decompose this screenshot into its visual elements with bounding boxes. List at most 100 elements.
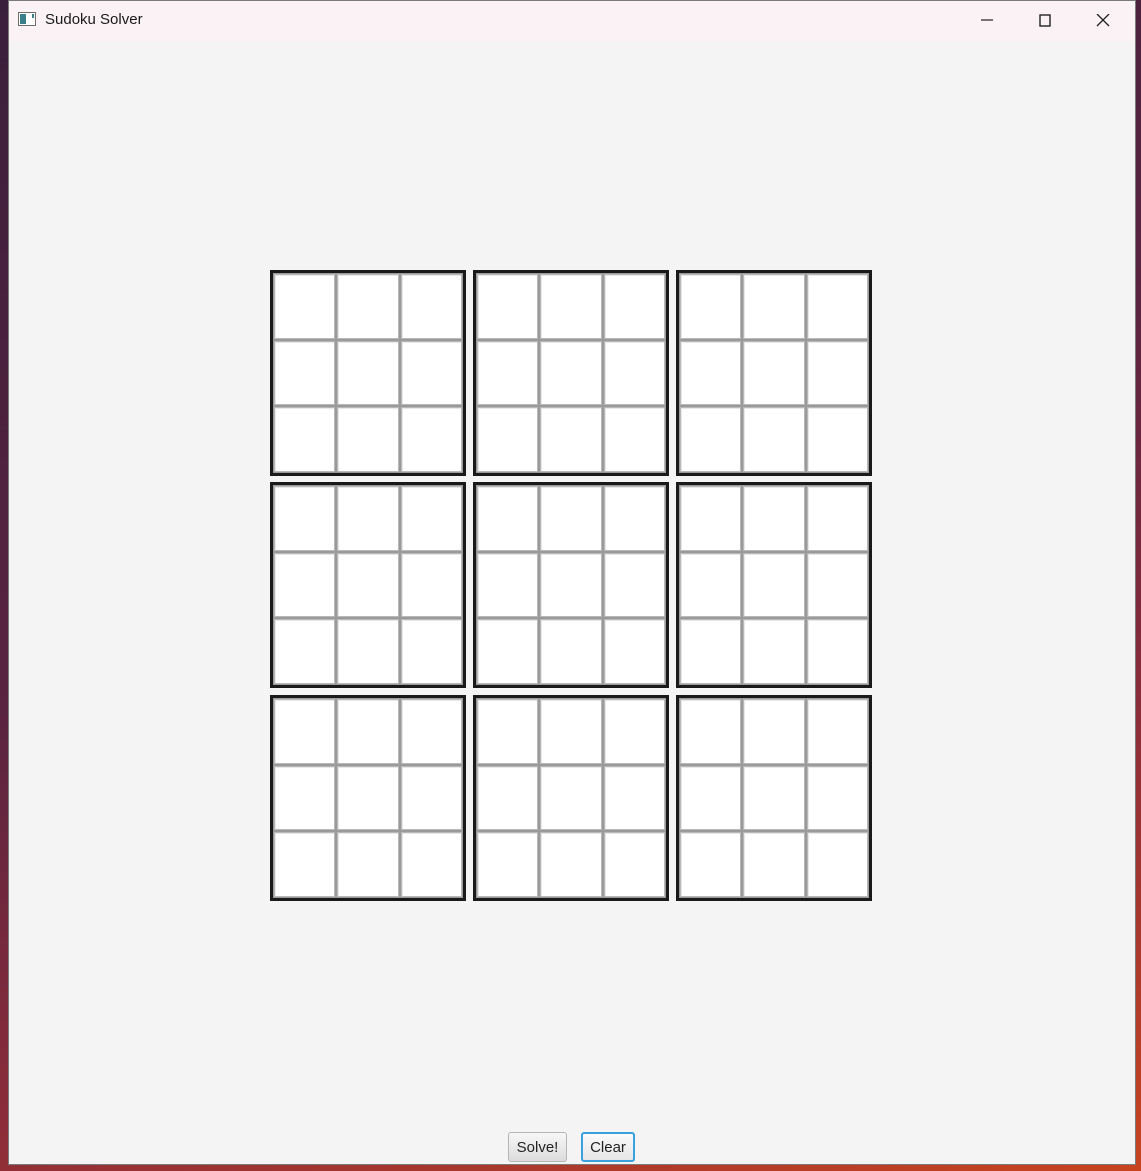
sudoku-cell-input[interactable] (337, 340, 399, 406)
app-window: Sudoku Solver Solve! Clear (9, 1, 1135, 1164)
app-icon (18, 12, 36, 26)
sudoku-cell-input[interactable] (680, 340, 742, 406)
sudoku-cell-input[interactable] (806, 765, 868, 831)
sudoku-cell-input[interactable] (806, 619, 868, 684)
sudoku-cell-input[interactable] (806, 486, 868, 551)
sudoku-cell-input[interactable] (806, 552, 868, 618)
sudoku-cell-input[interactable] (400, 407, 462, 472)
sudoku-cell-input[interactable] (477, 832, 539, 897)
sudoku-box (270, 695, 466, 901)
sudoku-cell-input[interactable] (400, 340, 462, 406)
sudoku-cell-input[interactable] (274, 832, 336, 897)
sudoku-cell-input[interactable] (400, 765, 462, 831)
sudoku-cell-input[interactable] (743, 552, 805, 618)
sudoku-cell-input[interactable] (400, 274, 462, 339)
minimize-button[interactable] (958, 1, 1016, 41)
sudoku-cell-input[interactable] (337, 619, 399, 684)
sudoku-cell-input[interactable] (540, 619, 602, 684)
minimize-icon (981, 19, 993, 21)
sudoku-cell-input[interactable] (477, 765, 539, 831)
sudoku-cell-input[interactable] (743, 274, 805, 339)
sudoku-cell-input[interactable] (806, 274, 868, 339)
sudoku-cell-input[interactable] (337, 552, 399, 618)
sudoku-cell-input[interactable] (274, 552, 336, 618)
sudoku-cell-input[interactable] (603, 765, 665, 831)
title-bar[interactable]: Sudoku Solver (9, 1, 1135, 41)
sudoku-cell-input[interactable] (806, 699, 868, 764)
sudoku-board (270, 270, 874, 902)
sudoku-cell-input[interactable] (274, 699, 336, 764)
sudoku-cell-input[interactable] (400, 486, 462, 551)
sudoku-cell-input[interactable] (743, 340, 805, 406)
sudoku-cell-input[interactable] (603, 619, 665, 684)
sudoku-cell-input[interactable] (603, 486, 665, 551)
sudoku-cell-input[interactable] (337, 274, 399, 339)
sudoku-cell-input[interactable] (337, 699, 399, 764)
sudoku-cell-input[interactable] (337, 407, 399, 472)
maximize-button[interactable] (1016, 1, 1074, 41)
sudoku-cell-input[interactable] (680, 832, 742, 897)
sudoku-cell-input[interactable] (743, 407, 805, 472)
sudoku-cell-input[interactable] (743, 832, 805, 897)
sudoku-cell-input[interactable] (274, 619, 336, 684)
sudoku-box (676, 270, 872, 476)
sudoku-cell-input[interactable] (680, 552, 742, 618)
sudoku-cell-input[interactable] (603, 832, 665, 897)
solve-button[interactable]: Solve! (508, 1132, 567, 1162)
sudoku-cell-input[interactable] (400, 832, 462, 897)
sudoku-cell-input[interactable] (477, 274, 539, 339)
sudoku-cell-input[interactable] (680, 619, 742, 684)
sudoku-cell-input[interactable] (274, 486, 336, 551)
sudoku-cell-input[interactable] (806, 340, 868, 406)
sudoku-cell-input[interactable] (540, 340, 602, 406)
sudoku-cell-input[interactable] (274, 340, 336, 406)
sudoku-cell-input[interactable] (477, 340, 539, 406)
sudoku-cell-input[interactable] (400, 619, 462, 684)
sudoku-cell-input[interactable] (806, 832, 868, 897)
sudoku-cell-input[interactable] (540, 832, 602, 897)
sudoku-box (473, 695, 669, 901)
sudoku-cell-input[interactable] (477, 619, 539, 684)
sudoku-cell-input[interactable] (400, 552, 462, 618)
sudoku-cell-input[interactable] (603, 407, 665, 472)
sudoku-cell-input[interactable] (477, 699, 539, 764)
sudoku-cell-input[interactable] (540, 552, 602, 618)
sudoku-box (473, 270, 669, 476)
sudoku-cell-input[interactable] (603, 340, 665, 406)
clear-button[interactable]: Clear (581, 1132, 635, 1162)
sudoku-cell-input[interactable] (743, 765, 805, 831)
sudoku-cell-input[interactable] (680, 765, 742, 831)
sudoku-cell-input[interactable] (337, 832, 399, 897)
sudoku-box (270, 482, 466, 688)
sudoku-cell-input[interactable] (743, 619, 805, 684)
close-button[interactable] (1074, 1, 1132, 41)
sudoku-cell-input[interactable] (274, 765, 336, 831)
sudoku-cell-input[interactable] (603, 552, 665, 618)
sudoku-cell-input[interactable] (274, 274, 336, 339)
sudoku-cell-input[interactable] (603, 274, 665, 339)
sudoku-cell-input[interactable] (680, 407, 742, 472)
sudoku-cell-input[interactable] (337, 765, 399, 831)
sudoku-cell-input[interactable] (680, 699, 742, 764)
sudoku-cell-input[interactable] (743, 699, 805, 764)
sudoku-cell-input[interactable] (540, 486, 602, 551)
sudoku-box (473, 482, 669, 688)
sudoku-cell-input[interactable] (540, 765, 602, 831)
sudoku-box (676, 482, 872, 688)
sudoku-cell-input[interactable] (400, 699, 462, 764)
sudoku-cell-input[interactable] (477, 552, 539, 618)
sudoku-cell-input[interactable] (337, 486, 399, 551)
sudoku-cell-input[interactable] (540, 407, 602, 472)
sudoku-cell-input[interactable] (603, 699, 665, 764)
sudoku-box (676, 695, 872, 901)
sudoku-cell-input[interactable] (743, 486, 805, 551)
sudoku-cell-input[interactable] (680, 274, 742, 339)
sudoku-cell-input[interactable] (540, 274, 602, 339)
sudoku-cell-input[interactable] (477, 407, 539, 472)
sudoku-cell-input[interactable] (540, 699, 602, 764)
sudoku-cell-input[interactable] (477, 486, 539, 551)
maximize-icon (1039, 14, 1051, 27)
sudoku-cell-input[interactable] (806, 407, 868, 472)
sudoku-cell-input[interactable] (680, 486, 742, 551)
sudoku-cell-input[interactable] (274, 407, 336, 472)
